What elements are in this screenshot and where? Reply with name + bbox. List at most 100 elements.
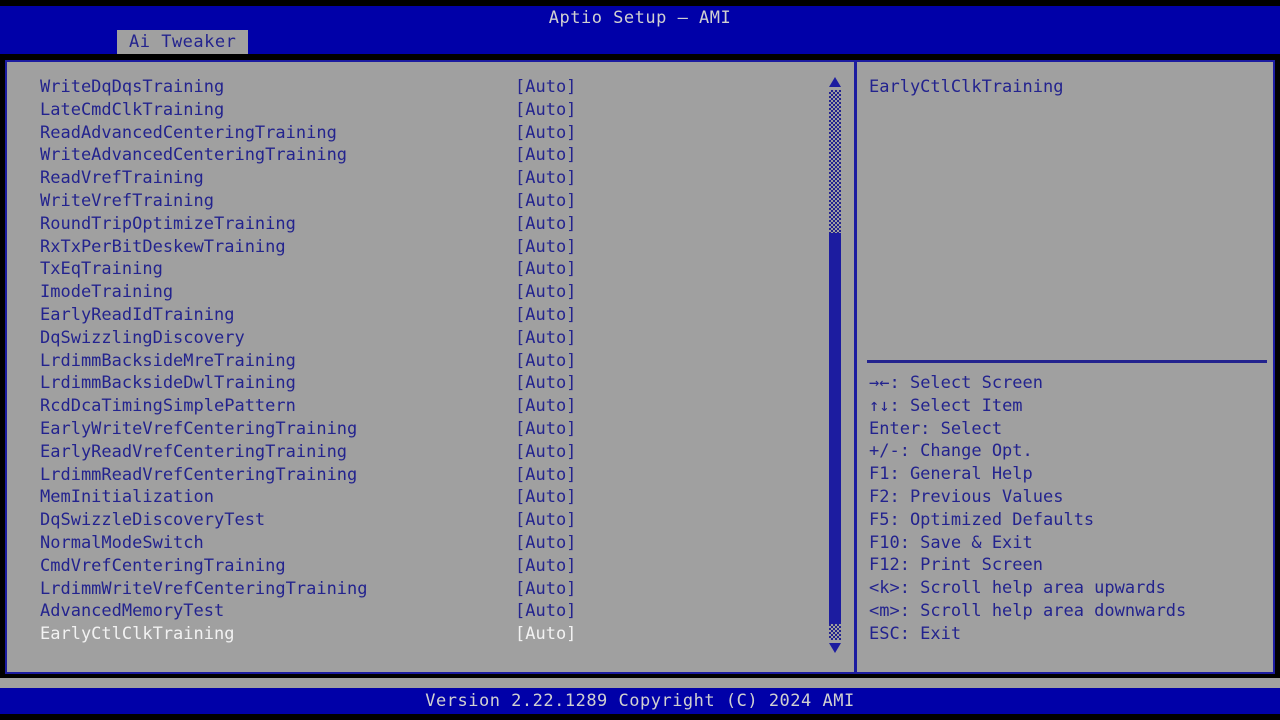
key-legend-item: ESC: Exit bbox=[869, 623, 1269, 646]
bios-setup-screen: Aptio Setup – AMI Ai Tweaker WriteDqDqsT… bbox=[0, 0, 1280, 720]
option-row[interactable]: DqSwizzleDiscoveryTest [Auto] bbox=[7, 509, 807, 532]
option-label: WriteDqDqsTraining bbox=[40, 77, 225, 97]
option-row[interactable]: WriteDqDqsTraining [Auto] bbox=[7, 76, 807, 99]
option-label: RxTxPerBitDeskewTraining bbox=[40, 236, 286, 257]
key-legend-item: →←: Select Screen bbox=[869, 372, 1269, 395]
option-row[interactable]: LrdimmBacksideDwlTraining [Auto] bbox=[7, 372, 807, 395]
option-value[interactable]: [Auto] bbox=[515, 76, 576, 99]
option-label: NormalModeSwitch bbox=[40, 532, 204, 553]
option-value[interactable]: [Auto] bbox=[515, 600, 576, 623]
key-glyph-icon: →← bbox=[869, 373, 890, 393]
option-value[interactable]: [Auto] bbox=[515, 281, 576, 304]
option-row[interactable]: WriteVrefTraining [Auto] bbox=[7, 190, 807, 213]
option-label: EarlyCtlClkTraining bbox=[40, 624, 235, 645]
option-value[interactable]: [Auto] bbox=[515, 623, 576, 646]
option-value[interactable]: [Auto] bbox=[515, 99, 576, 122]
option-label: ImodeTraining bbox=[40, 282, 174, 303]
option-row[interactable]: EarlyReadIdTraining [Auto] bbox=[7, 304, 807, 327]
option-value[interactable]: [Auto] bbox=[515, 190, 576, 213]
option-row[interactable]: EarlyWriteVrefCenteringTraining [Auto] bbox=[7, 418, 807, 441]
option-value[interactable]: [Auto] bbox=[515, 486, 576, 509]
option-row[interactable]: LrdimmWriteVrefCenteringTraining [Auto] bbox=[7, 578, 807, 601]
help-description: EarlyCtlClkTraining bbox=[869, 77, 1064, 97]
option-label: CmdVrefCenteringTraining bbox=[40, 555, 286, 576]
help-pane: EarlyCtlClkTraining →←: Select Screen ↑↓:… bbox=[857, 62, 1273, 672]
option-value[interactable]: [Auto] bbox=[515, 578, 576, 601]
option-value[interactable]: [Auto] bbox=[515, 236, 576, 259]
key-legend-text: <m>: Scroll help area downwards bbox=[869, 600, 1187, 621]
option-label: LrdimmBacksideMreTraining bbox=[40, 350, 296, 371]
option-label: LrdimmWriteVrefCenteringTraining bbox=[40, 578, 368, 599]
option-value[interactable]: [Auto] bbox=[515, 327, 576, 350]
option-row[interactable]: ReadVrefTraining [Auto] bbox=[7, 167, 807, 190]
option-row[interactable]: RoundTripOptimizeTraining [Auto] bbox=[7, 213, 807, 236]
option-label: RoundTripOptimizeTraining bbox=[40, 213, 296, 234]
option-label: WriteVrefTraining bbox=[40, 190, 214, 211]
key-legend-item: F12: Print Screen bbox=[869, 554, 1269, 577]
key-legend-text: ESC: Exit bbox=[869, 623, 962, 644]
option-label: EarlyWriteVrefCenteringTraining bbox=[40, 418, 358, 439]
option-value[interactable]: [Auto] bbox=[515, 144, 576, 167]
option-value[interactable]: [Auto] bbox=[515, 532, 576, 555]
option-row[interactable]: LateCmdClkTraining [Auto] bbox=[7, 99, 807, 122]
option-row[interactable]: RxTxPerBitDeskewTraining [Auto] bbox=[7, 236, 807, 259]
key-legend-text: : Select Screen bbox=[889, 373, 1044, 393]
option-row[interactable]: EarlyReadVrefCenteringTraining [Auto] bbox=[7, 441, 807, 464]
footer-gap bbox=[0, 678, 1280, 688]
scroll-up-arrow-icon[interactable] bbox=[828, 76, 842, 88]
option-row[interactable]: MemInitialization [Auto] bbox=[7, 486, 807, 509]
option-row[interactable]: RcdDcaTimingSimplePattern [Auto] bbox=[7, 395, 807, 418]
option-value[interactable]: [Auto] bbox=[515, 395, 576, 418]
key-legend-text: <k>: Scroll help area upwards bbox=[869, 578, 1166, 599]
options-pane: WriteDqDqsTraining [Auto] LateCmdClkTraini… bbox=[7, 62, 854, 672]
option-row[interactable]: ReadAdvancedCenteringTraining [Auto] bbox=[7, 122, 807, 145]
option-row[interactable]: TxEqTraining [Auto] bbox=[7, 258, 807, 281]
option-label: AdvancedMemoryTest bbox=[40, 601, 225, 622]
tab-ai-tweaker[interactable]: Ai Tweaker bbox=[117, 30, 249, 54]
option-value[interactable]: [Auto] bbox=[515, 441, 576, 464]
scroll-down-arrow-icon[interactable] bbox=[828, 642, 842, 654]
option-row[interactable]: LrdimmBacksideMreTraining [Auto] bbox=[7, 350, 807, 373]
option-value[interactable]: [Auto] bbox=[515, 418, 576, 441]
key-legend-list: →←: Select Screen ↑↓: Select Item Enter: S… bbox=[869, 372, 1269, 646]
option-row[interactable]: CmdVrefCenteringTraining [Auto] bbox=[7, 555, 807, 578]
option-label: LrdimmReadVrefCenteringTraining bbox=[40, 464, 358, 485]
option-row[interactable]: AdvancedMemoryTest [Auto] bbox=[7, 600, 807, 623]
option-value[interactable]: [Auto] bbox=[515, 509, 576, 532]
key-legend-item: <m>: Scroll help area downwards bbox=[869, 600, 1269, 623]
option-row[interactable]: WriteAdvancedCenteringTraining [Auto] bbox=[7, 144, 807, 167]
key-legend-item: F1: General Help bbox=[869, 463, 1269, 486]
content-frame: WriteDqDqsTraining [Auto] LateCmdClkTraini… bbox=[5, 60, 1275, 674]
key-legend-text: F5: Optimized Defaults bbox=[869, 509, 1095, 530]
option-value[interactable]: [Auto] bbox=[515, 464, 576, 487]
footer-version-text: Version 2.22.1289 Copyright (C) 2024 AMI bbox=[425, 691, 855, 711]
option-list: WriteDqDqsTraining [Auto] LateCmdClkTraini… bbox=[7, 76, 807, 646]
option-value[interactable]: [Auto] bbox=[515, 167, 576, 190]
option-value[interactable]: [Auto] bbox=[515, 213, 576, 236]
option-row[interactable]: EarlyCtlClkTraining [Auto] bbox=[7, 623, 807, 646]
key-legend-text: F12: Print Screen bbox=[869, 555, 1043, 576]
option-row[interactable]: NormalModeSwitch [Auto] bbox=[7, 532, 807, 555]
option-value[interactable]: [Auto] bbox=[515, 258, 576, 281]
option-label: LateCmdClkTraining bbox=[40, 99, 225, 120]
option-row[interactable]: DqSwizzlingDiscovery [Auto] bbox=[7, 327, 807, 350]
option-label: LrdimmBacksideDwlTraining bbox=[40, 373, 296, 394]
option-label: DqSwizzlingDiscovery bbox=[40, 327, 245, 348]
option-value[interactable]: [Auto] bbox=[515, 122, 576, 145]
option-label: MemInitialization bbox=[40, 487, 214, 508]
option-label: EarlyReadIdTraining bbox=[40, 304, 235, 325]
app-title: Aptio Setup – AMI bbox=[548, 8, 732, 28]
option-row[interactable]: ImodeTraining [Auto] bbox=[7, 281, 807, 304]
key-legend-item: +/-: Change Opt. bbox=[869, 440, 1269, 463]
option-value[interactable]: [Auto] bbox=[515, 372, 576, 395]
option-label: WriteAdvancedCenteringTraining bbox=[40, 145, 348, 166]
option-value[interactable]: [Auto] bbox=[515, 555, 576, 578]
option-row[interactable]: LrdimmReadVrefCenteringTraining [Auto] bbox=[7, 464, 807, 487]
option-value[interactable]: [Auto] bbox=[515, 350, 576, 373]
key-legend-text: : Select Item bbox=[889, 395, 1023, 416]
key-legend-text: F2: Previous Values bbox=[869, 486, 1064, 507]
option-label: ReadVrefTraining bbox=[40, 168, 204, 189]
options-scrollbar[interactable] bbox=[827, 76, 843, 654]
option-value[interactable]: [Auto] bbox=[515, 304, 576, 327]
scrollbar-thumb[interactable] bbox=[829, 233, 841, 624]
